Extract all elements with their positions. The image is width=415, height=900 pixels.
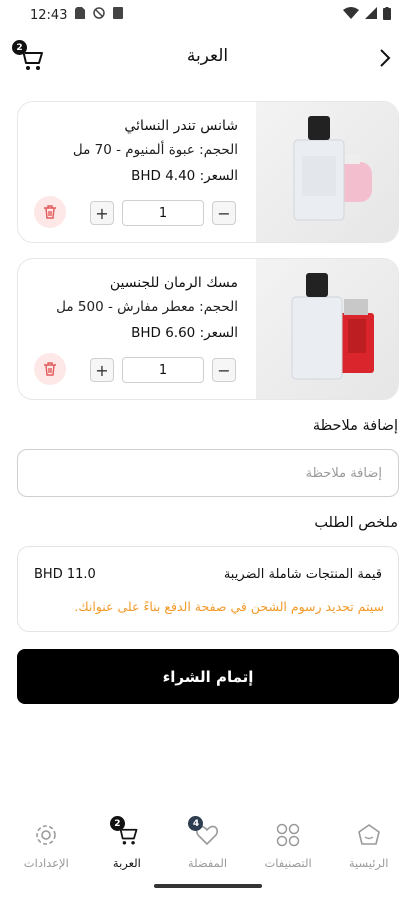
- trash-icon: [44, 362, 56, 376]
- cart-item: مسك الرمان للجنسين الحجم: معطر مفارش - 5…: [17, 258, 399, 400]
- nav-item-settings[interactable]: الإعدادات: [6, 812, 86, 882]
- home-indicator: [154, 884, 262, 888]
- shipping-note: سيتم تحديد رسوم الشحن في صفحة الدفع بناء…: [74, 599, 384, 614]
- nav-item-home[interactable]: الرئيسية: [329, 812, 409, 882]
- nav-cart-badge: 2: [109, 816, 125, 831]
- order-summary: BHD 11.0 قيمة المنتجات شاملة الضريبة سيت…: [17, 546, 399, 632]
- minus-icon: −: [217, 203, 231, 223]
- nav-item-favorites[interactable]: 4 المفضلة: [167, 812, 247, 882]
- item-name: مسك الرمان للجنسين: [109, 275, 238, 291]
- home-icon: [357, 824, 380, 845]
- note-input[interactable]: [17, 449, 399, 497]
- item-details: شانس تندر النسائي الحجم: عبوة ألمنيوم - …: [38, 118, 238, 184]
- checkout-button[interactable]: إتمام الشراء: [17, 649, 399, 704]
- products-total-row: BHD 11.0 قيمة المنتجات شاملة الضريبة: [34, 567, 382, 582]
- plus-icon: +: [95, 360, 109, 380]
- remove-item-button[interactable]: [34, 353, 66, 385]
- item-size: الحجم: معطر مفارش - 500 مل: [56, 299, 238, 315]
- decrease-button[interactable]: −: [212, 358, 236, 382]
- trash-icon: [44, 205, 56, 219]
- app-header: 2 العربة: [0, 38, 415, 78]
- wifi-icon: [343, 7, 359, 23]
- increase-button[interactable]: +: [90, 358, 114, 382]
- status-bar: 12:43: [0, 0, 415, 30]
- storage-icon: [113, 7, 124, 23]
- sim-icon: [75, 7, 86, 23]
- products-total-value: BHD 11.0: [34, 567, 96, 582]
- status-time: 12:43: [30, 7, 68, 23]
- quantity-value[interactable]: 1: [122, 200, 204, 226]
- page-title: العربة: [186, 46, 229, 66]
- increase-button[interactable]: +: [90, 201, 114, 225]
- gear-icon: [36, 825, 57, 845]
- note-label: إضافة ملاحظة: [312, 418, 398, 434]
- bottom-nav: الإعدادات 2 العربة 4 المفضلة التصنيفات ا…: [0, 812, 415, 882]
- nav-label-settings: الإعدادات: [23, 856, 69, 870]
- item-size: الحجم: عبوة ألمنيوم - 70 مل: [72, 142, 238, 158]
- item-price: السعر: BHD 4.40: [131, 168, 238, 184]
- product-image: [256, 259, 398, 399]
- quantity-value[interactable]: 1: [122, 357, 204, 383]
- battery-icon: [383, 6, 391, 24]
- decrease-button[interactable]: −: [212, 201, 236, 225]
- grid-circles-icon: [276, 823, 300, 847]
- plus-icon: +: [95, 203, 109, 223]
- item-price: السعر: BHD 6.60: [131, 325, 238, 341]
- nav-label-categories: التصنيفات: [264, 856, 312, 870]
- nav-label-favorites: المفضلة: [187, 856, 228, 870]
- cart-item: شانس تندر النسائي الحجم: عبوة ألمنيوم - …: [17, 101, 399, 243]
- minus-icon: −: [217, 360, 231, 380]
- dnd-icon: [93, 7, 106, 23]
- signal-icon: [365, 7, 377, 23]
- products-total-label: قيمة المنتجات شاملة الضريبة: [223, 567, 382, 582]
- nav-label-cart: العربة: [112, 856, 141, 870]
- nav-item-cart[interactable]: 2 العربة: [87, 812, 167, 882]
- product-image: [256, 102, 398, 242]
- item-name: شانس تندر النسائي: [124, 118, 238, 134]
- back-button[interactable]: [375, 46, 395, 70]
- nav-label-home: الرئيسية: [348, 856, 389, 870]
- summary-label: ملخص الطلب: [314, 515, 398, 531]
- nav-item-categories[interactable]: التصنيفات: [248, 812, 328, 882]
- remove-item-button[interactable]: [34, 196, 66, 228]
- quantity-stepper: + 1 −: [90, 200, 236, 226]
- chevron-right-icon: [380, 49, 391, 67]
- item-details: مسك الرمان للجنسين الحجم: معطر مفارش - 5…: [38, 275, 238, 341]
- quantity-stepper: + 1 −: [90, 357, 236, 383]
